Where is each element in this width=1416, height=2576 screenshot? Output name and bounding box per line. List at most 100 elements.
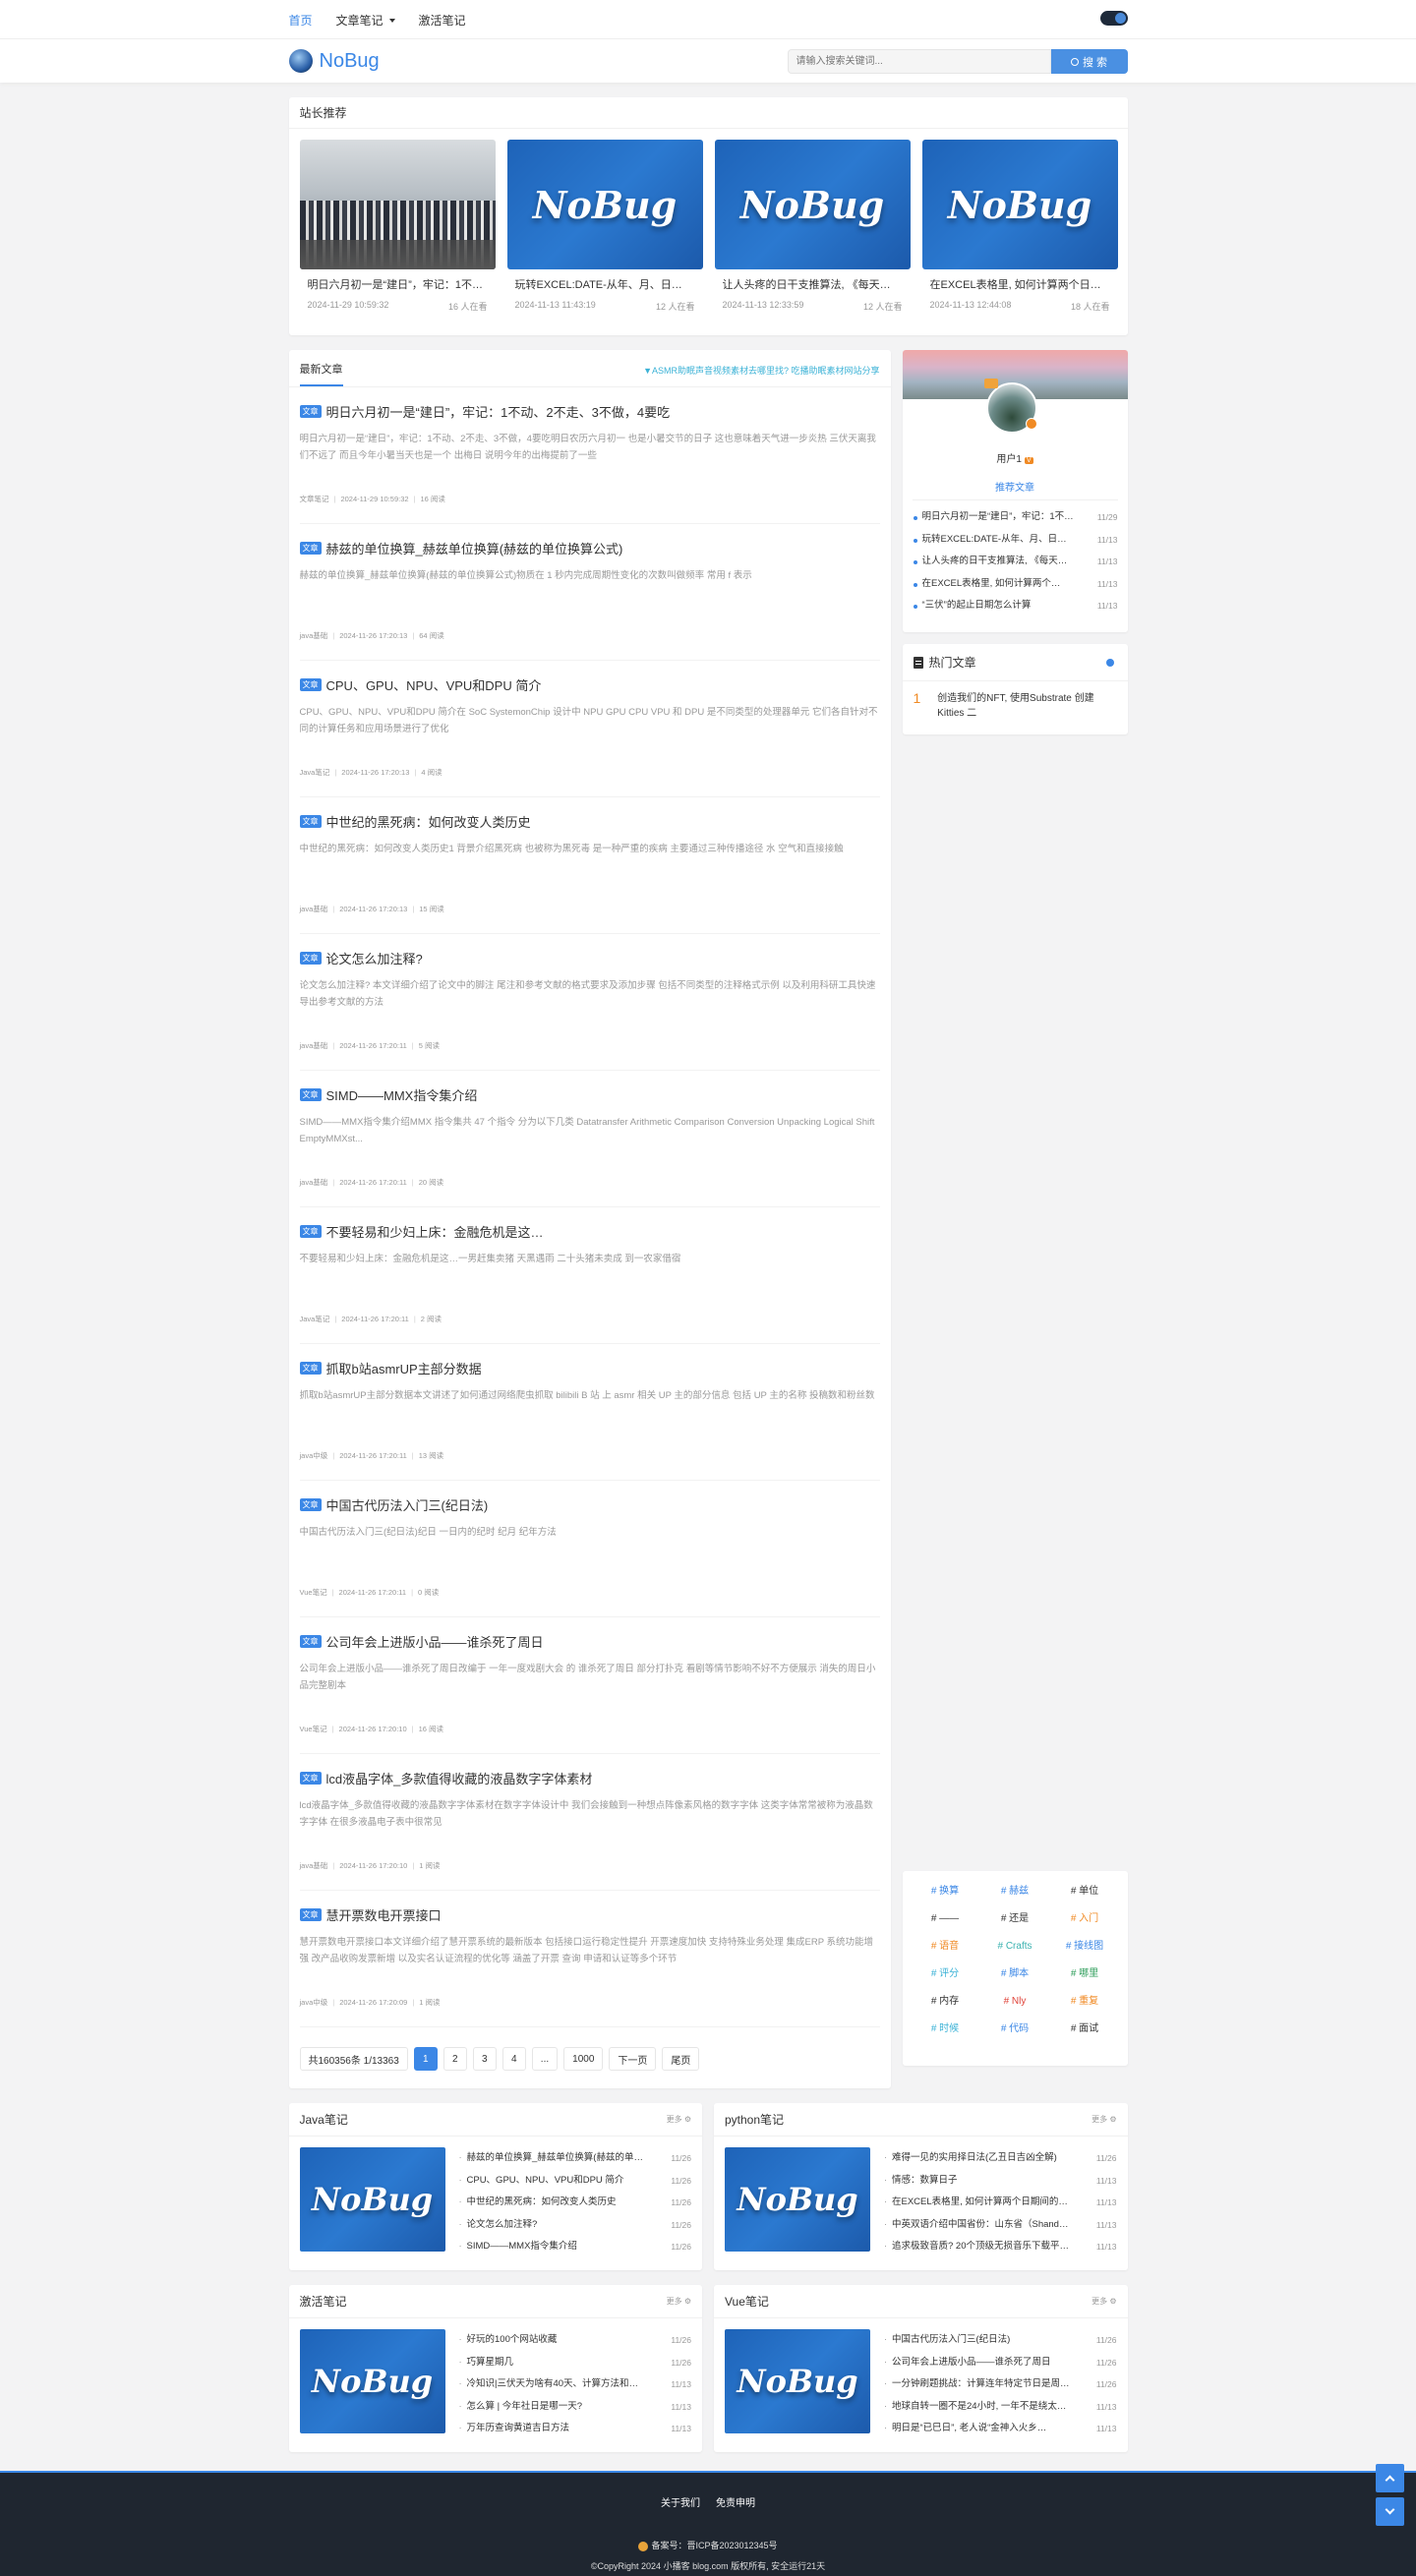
post-title-text[interactable]: 抓取b站asmrUP主部分数据	[326, 1359, 482, 1377]
category-item-title[interactable]: 冷知识|三伏天为啥有40天、计算方法和…	[459, 2373, 656, 2396]
category-item-title[interactable]: 追求极致音质? 20个顶级无损音乐下载平…	[884, 2236, 1081, 2258]
tag-link[interactable]: # 脚本	[980, 1967, 1050, 1981]
tag-link[interactable]: # 评分	[911, 1967, 980, 1981]
hot-item-title[interactable]: 创造我们的NFT, 使用Substrate 创建Kitties 二	[937, 691, 1116, 721]
post-category[interactable]: 文章笔记	[300, 495, 329, 503]
last-page-button[interactable]: 尾页	[662, 2047, 700, 2071]
category-thumbnail[interactable]: NoBug	[299, 2329, 445, 2433]
recommended-item-title[interactable]: “三伏”的起止日期怎么计算	[913, 595, 1080, 617]
tag-link[interactable]: # 哪里	[1050, 1967, 1120, 1981]
site-logo[interactable]: NoBug	[288, 49, 380, 73]
recommend-thumbnail[interactable]: NoBug	[714, 140, 911, 269]
tag-link[interactable]: # 代码	[980, 2022, 1050, 2036]
category-item[interactable]: 中世纪的黑死病：如何改变人类历史 11/26	[459, 2192, 692, 2214]
category-item[interactable]: 冷知识|三伏天为啥有40天、计算方法和… 11/13	[459, 2373, 692, 2396]
category-item-title[interactable]: 公司年会上进版小品——谁杀死了周日	[884, 2352, 1081, 2374]
search-button[interactable]: 搜 索	[1050, 49, 1128, 74]
category-item[interactable]: 情感：数算日子 11/13	[884, 2170, 1117, 2193]
page-button[interactable]: 3	[472, 2047, 497, 2071]
post-title-text[interactable]: 公司年会上进版小品——谁杀死了周日	[326, 1632, 544, 1651]
recommended-item-title[interactable]: 在EXCEL表格里, 如何计算两个…	[913, 573, 1080, 596]
tag-link[interactable]: # 内存	[911, 1995, 980, 2009]
category-item-title[interactable]: 一分钟刷题挑战：计算连年特定节日是周…	[884, 2373, 1081, 2396]
recommended-item[interactable]: 明日六月初一是“建日”，牢记：1不动… 11/29	[913, 506, 1118, 529]
ad-link[interactable]: ▼ASMR助眠声音视频素材去哪里找? 吃播助眠素材网站分享	[643, 364, 879, 386]
post-title-text[interactable]: 论文怎么加注释?	[326, 949, 423, 967]
page-button[interactable]: ...	[531, 2047, 559, 2071]
category-item[interactable]: 难得一见的实用择日法(乙丑日吉凶全解) 11/26	[884, 2147, 1117, 2170]
category-item[interactable]: 明日是“已巳日”, 老人说“金神入火乡… 11/13	[884, 2418, 1117, 2440]
nav-item-1[interactable]: 文章笔记	[336, 12, 395, 29]
post-title[interactable]: 文章 中国古代历法入门三(纪日法)	[299, 1495, 880, 1514]
post-title[interactable]: 文章 CPU、GPU、NPU、VPU和DPU 简介	[299, 675, 880, 694]
post-category[interactable]: java基础	[300, 1861, 328, 1870]
recommended-item-title[interactable]: 让人头疼的日干支推算法, 《每天…	[913, 551, 1080, 573]
post-category[interactable]: java基础	[300, 1041, 328, 1050]
post-category[interactable]: java中级	[300, 1998, 328, 2007]
category-item-title[interactable]: 明日是“已巳日”, 老人说“金神入火乡…	[884, 2418, 1081, 2440]
category-item-title[interactable]: 论文怎么加注释?	[459, 2214, 656, 2237]
post-title[interactable]: 文章 论文怎么加注释?	[299, 949, 880, 967]
post-category[interactable]: Vue笔记	[300, 1588, 327, 1597]
avatar[interactable]	[983, 379, 1037, 434]
category-item[interactable]: 中国古代历法入门三(纪日法) 11/26	[884, 2329, 1117, 2352]
category-item[interactable]: CPU、GPU、NPU、VPU和DPU 简介 11/26	[459, 2170, 692, 2193]
recommend-card[interactable]: NoBug 玩转EXCEL:DATE-从年、月、日… 2024-11-13 11:4…	[506, 140, 703, 313]
recommend-card[interactable]: 明日六月初一是“建日”，牢记：1不动、2不走、3不做，4要吃 2024-11-29…	[299, 140, 496, 313]
category-title[interactable]: 激活笔记	[300, 2293, 347, 2310]
post-title[interactable]: 文章 不要轻易和少妇上床：金融危机是这…	[299, 1222, 880, 1241]
category-item[interactable]: 地球自转一圈不是24小时, 一年不是绕太… 11/13	[884, 2396, 1117, 2419]
footer-link[interactable]: 免责申明	[716, 2498, 755, 2509]
post-title-text[interactable]: 中世纪的黑死病：如何改变人类历史	[326, 812, 531, 831]
category-title[interactable]: Java笔记	[300, 2111, 348, 2128]
post-title[interactable]: 文章 SIMD——MMX指令集介绍	[299, 1085, 880, 1104]
tag-link[interactable]: # Nly	[980, 1995, 1050, 2009]
category-thumbnail[interactable]: NoBug	[299, 2147, 445, 2252]
recommend-card[interactable]: NoBug 在EXCEL表格里, 如何计算两个日… 2024-11-13 12:44…	[921, 140, 1118, 313]
category-item-title[interactable]: 中英双语介绍中国省份：山东省（Shand…	[884, 2214, 1081, 2237]
icp-text[interactable]: 备案号：晋ICP备2023012345号	[651, 2541, 777, 2550]
category-item[interactable]: 赫兹的单位换算_赫兹单位换算(赫兹的单… 11/26	[459, 2147, 692, 2170]
post-category[interactable]: java基础	[300, 905, 328, 913]
category-item-title[interactable]: 赫兹的单位换算_赫兹单位换算(赫兹的单…	[459, 2147, 656, 2170]
tag-link[interactable]: # ——	[911, 1912, 980, 1926]
search-input[interactable]	[787, 49, 1051, 74]
post-title-text[interactable]: 不要轻易和少妇上床：金融危机是这…	[326, 1222, 544, 1241]
category-item-title[interactable]: 万年历查询黄道吉日方法	[459, 2418, 656, 2440]
more-link[interactable]: 更多 ⚙	[1092, 2114, 1116, 2125]
category-thumbnail[interactable]: NoBug	[725, 2329, 870, 2433]
post-title[interactable]: 文章 慧开票数电开票接口	[299, 1905, 880, 1924]
category-thumbnail[interactable]: NoBug	[725, 2147, 870, 2252]
category-title[interactable]: python笔记	[725, 2111, 784, 2128]
recommended-item[interactable]: 玩转EXCEL:DATE-从年、月、日… 11/13	[913, 529, 1118, 552]
more-link[interactable]: 更多 ⚙	[667, 2296, 691, 2307]
tag-link[interactable]: # 入门	[1050, 1912, 1120, 1926]
post-title-text[interactable]: 赫兹的单位换算_赫兹单位换算(赫兹的单位换算公式)	[326, 539, 623, 557]
recommend-card-title[interactable]: 让人头疼的日干支推算法, 《每天…	[723, 276, 903, 292]
tag-link[interactable]: # 单位	[1050, 1885, 1120, 1899]
dark-mode-toggle[interactable]	[1099, 11, 1128, 26]
category-item[interactable]: 在EXCEL表格里, 如何计算两个日期间的… 11/13	[884, 2192, 1117, 2214]
post-title-text[interactable]: CPU、GPU、NPU、VPU和DPU 简介	[326, 675, 542, 694]
post-title-text[interactable]: 中国古代历法入门三(纪日法)	[326, 1495, 489, 1514]
category-item-title[interactable]: 好玩的100个网站收藏	[459, 2329, 656, 2352]
recommend-card-title[interactable]: 明日六月初一是“建日”，牢记：1不动、2不走、3不做，4要吃	[308, 276, 488, 292]
more-link[interactable]: 更多 ⚙	[1092, 2296, 1116, 2307]
recommend-card-title[interactable]: 玩转EXCEL:DATE-从年、月、日…	[515, 276, 695, 292]
post-category[interactable]: Java笔记	[300, 768, 330, 777]
recommend-card[interactable]: NoBug 让人头疼的日干支推算法, 《每天… 2024-11-13 12:33:5…	[714, 140, 911, 313]
recommended-item-title[interactable]: 玩转EXCEL:DATE-从年、月、日…	[913, 529, 1080, 552]
category-item-title[interactable]: 巧算星期几	[459, 2352, 656, 2374]
footer-link[interactable]: 关于我们	[661, 2498, 700, 2509]
tag-link[interactable]: # 重复	[1050, 1995, 1120, 2009]
category-item[interactable]: 追求极致音质? 20个顶级无损音乐下载平… 11/13	[884, 2236, 1117, 2258]
recommend-thumbnail[interactable]: NoBug	[506, 140, 703, 269]
post-title[interactable]: 文章 中世纪的黑死病：如何改变人类历史	[299, 812, 880, 831]
post-title[interactable]: 文章 lcd液晶字体_多款值得收藏的液晶数字字体素材	[299, 1769, 880, 1787]
category-item-title[interactable]: 中国古代历法入门三(纪日法)	[884, 2329, 1081, 2352]
tag-link[interactable]: # 语音	[911, 1940, 980, 1954]
nav-item-2[interactable]: 激活笔记	[419, 12, 466, 29]
recommended-item[interactable]: “三伏”的起止日期怎么计算 11/13	[913, 595, 1118, 617]
page-button[interactable]: 1	[413, 2047, 438, 2071]
recommend-thumbnail[interactable]	[299, 140, 496, 269]
